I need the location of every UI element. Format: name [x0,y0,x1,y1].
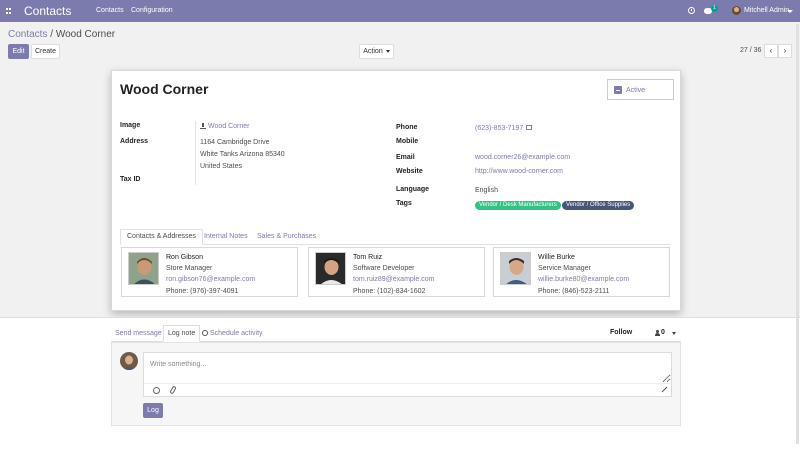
caret-down-icon [385,49,390,53]
activity-clock-icon[interactable] [688,7,695,14]
language-value: English [475,187,498,194]
edit-button[interactable]: Edit [8,44,29,59]
contact-function: Software Developer [353,265,415,272]
phone-value[interactable]: (623)-853-7197 [475,125,523,132]
tag-badge[interactable]: Vendor / Office Supplies [562,201,635,210]
address-city: White Tanks Arizona 85340 [200,151,285,158]
tab-contacts-addresses[interactable]: Contacts & Addresses [120,229,203,245]
author-avatar [120,352,138,370]
email-label: Email [396,154,415,161]
contact-phone: Phone: (846)-523-2111 [538,288,610,295]
tab-internal-notes[interactable]: Internal Notes [198,229,254,245]
breadcrumb: Contacts / Wood Corner [8,29,115,40]
caret-down-icon[interactable] [787,10,793,13]
schedule-activity-label: Schedule activity [210,330,263,337]
active-toggle-button[interactable]: Active [607,79,674,100]
contact-card[interactable]: Ron Gibson Store Manager ron.gibson76@ex… [121,247,298,297]
contact-phone: Phone: (102)-834-1602 [353,288,426,295]
contact-email[interactable]: tom.ruiz89@example.com [353,276,434,283]
contact-email[interactable]: ron.gibson76@example.com [166,276,255,283]
contact-card[interactable]: Willie Burke Service Manager willie.burk… [493,247,670,297]
breadcrumb-contacts[interactable]: Contacts [8,29,47,40]
chatter-topbar: Send message Log note Schedule activity … [111,325,681,342]
email-value[interactable]: wood.corner26@example.com [475,154,570,161]
breadcrumb-current: Wood Corner [55,29,116,40]
contact-name: Tom Ruiz [353,254,383,261]
create-button[interactable]: Create [31,44,60,59]
composer-box [143,352,672,397]
follow-button[interactable]: Follow [610,329,632,336]
archive-icon [614,86,622,94]
log-button[interactable]: Log [143,403,163,418]
form-sheet: Wood Corner Active Image Address Tax ID … [111,70,681,311]
pager-next-button[interactable]: › [778,44,792,58]
download-icon[interactable] [200,123,206,129]
app-title[interactable]: Contacts [24,4,71,18]
contact-email[interactable]: willie.burke80@example.com [538,276,629,283]
notebook-tabs: Contacts & Addresses Internal Notes Sale… [120,229,671,245]
tax-id-label: Tax ID [120,176,141,183]
user-menu[interactable]: Mitchell Admin [744,7,789,14]
tag-badge[interactable]: Vendor / Desk Manufacturers [475,201,561,210]
apps-menu-icon[interactable] [6,8,12,14]
schedule-activity-button[interactable]: Schedule activity [198,325,267,342]
image-label: Image [120,122,141,129]
user-avatar[interactable] [732,6,741,15]
phone-label: Phone [396,124,418,131]
partner-name: Wood Corner [120,81,209,97]
tab-sales-purchases[interactable]: Sales & Purchases [251,229,322,245]
website-label: Website [396,168,423,175]
field-separator [195,121,196,185]
paperclip-icon[interactable] [169,385,177,395]
contact-photo [128,252,159,285]
emoji-icon[interactable] [153,387,160,394]
followers-count[interactable]: 0 [661,329,665,336]
caret-down-icon[interactable] [672,332,676,335]
top-navbar: Contacts Contacts Configuration 1 Mitche… [0,0,800,22]
clock-icon [202,330,208,337]
pager-value[interactable]: 27 / 36 [740,47,761,54]
breadcrumb-separator: / [50,29,54,40]
image-download-link[interactable]: Wood Corner [208,123,250,130]
pager-previous-button[interactable]: ‹ [764,44,778,58]
mobile-label: Mobile [396,138,419,145]
contact-function: Service Manager [538,265,591,272]
address-street: 1164 Cambridge Drive [200,139,270,146]
contact-photo [315,252,346,285]
log-note-button[interactable]: Log note [163,325,201,342]
menu-configuration[interactable]: Configuration [131,7,173,14]
tags-label: Tags [396,200,412,207]
action-label: Action [363,48,383,55]
send-message-button[interactable]: Send message [111,325,166,342]
contact-photo [500,252,531,285]
address-label: Address [120,138,149,145]
menu-contacts[interactable]: Contacts [96,7,124,14]
address-country: United States [200,163,243,170]
active-label: Active [626,87,646,94]
action-dropdown[interactable]: Action [359,44,394,59]
contact-name: Willie Burke [538,254,575,261]
composer-divider [144,383,671,384]
contact-name: Ron Gibson [166,254,203,261]
expand-icon[interactable] [661,387,667,393]
note-composer: Log [111,342,681,426]
contact-card[interactable]: Tom Ruiz Software Developer tom.ruiz89@e… [308,247,485,297]
contact-phone: Phone: (976)-397-4091 [166,288,239,295]
messaging-badge: 1 [711,5,718,12]
language-label: Language [396,186,430,193]
contact-function: Store Manager [166,265,213,272]
followers-icon[interactable] [655,330,660,336]
message-input[interactable] [144,353,671,383]
website-value[interactable]: http://www.wood-corner.com [475,168,563,175]
scrollbar[interactable] [796,24,799,444]
send-sms-icon[interactable] [526,125,532,130]
